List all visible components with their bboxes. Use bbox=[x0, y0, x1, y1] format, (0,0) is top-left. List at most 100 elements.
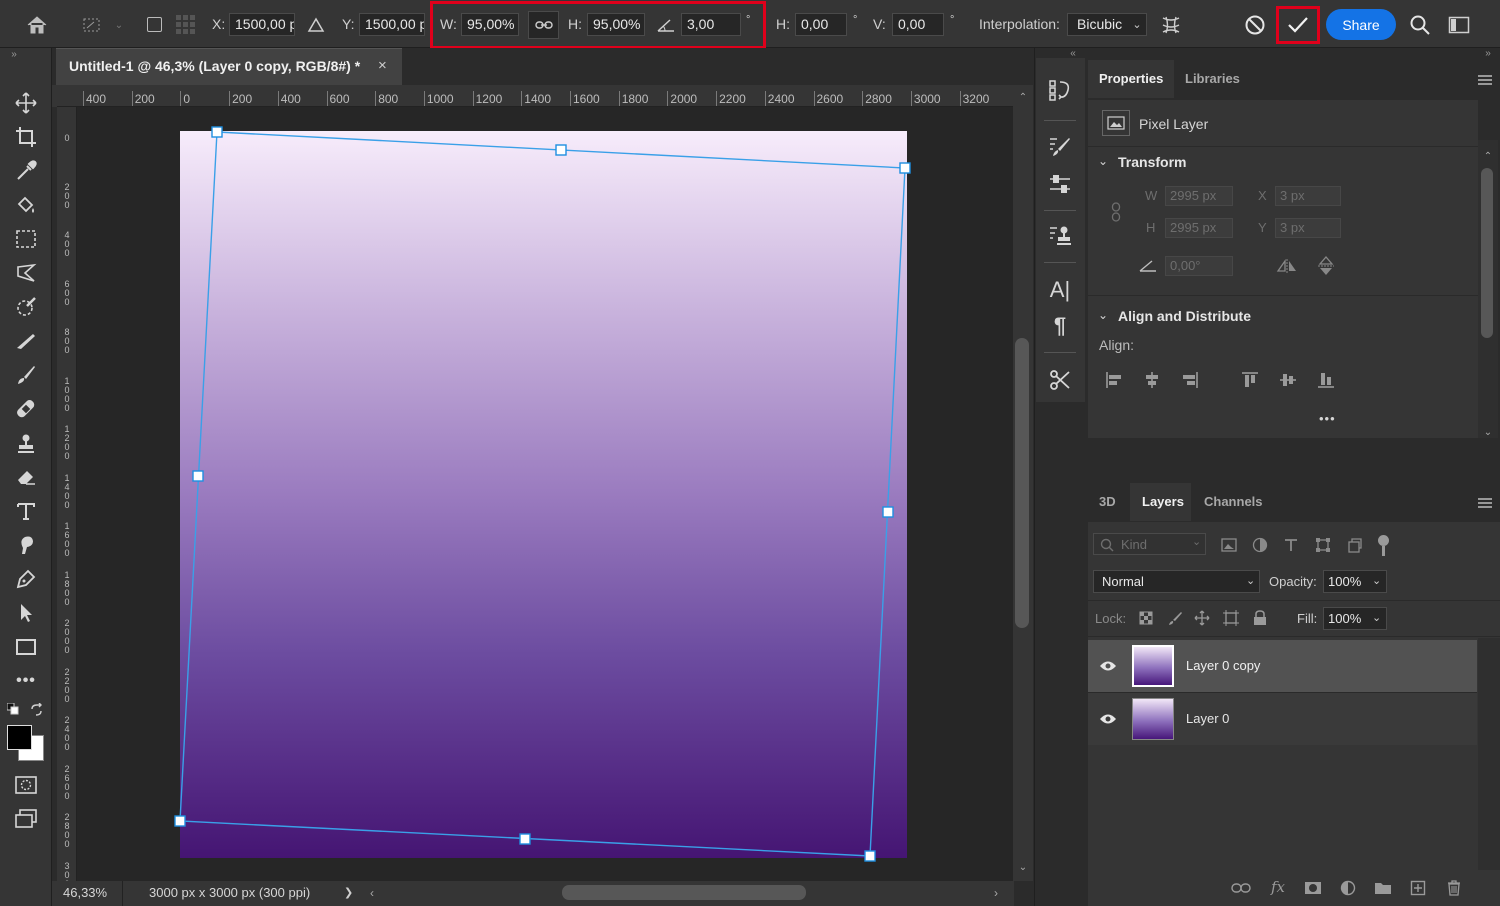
transform-reference-icon[interactable] bbox=[78, 12, 106, 38]
zoom-level[interactable]: 46,33% bbox=[63, 885, 107, 900]
screen-mode-icon[interactable] bbox=[10, 804, 42, 834]
transform-bounding-box[interactable] bbox=[77, 107, 1013, 881]
handle-middle-right[interactable] bbox=[882, 506, 894, 518]
vertical-ruler[interactable]: 0 200 400 600 800 1000 1200 1400 1600 1800 2000 220… bbox=[57, 107, 77, 881]
visibility-eye-icon[interactable] bbox=[1098, 657, 1118, 675]
clone-source-icon[interactable] bbox=[1046, 222, 1074, 250]
healing-brush-tool-icon[interactable] bbox=[10, 394, 42, 424]
vertical-scroll-thumb[interactable] bbox=[1015, 338, 1029, 628]
scroll-up-icon[interactable]: ⌃ bbox=[1482, 150, 1494, 162]
commit-transform-icon[interactable] bbox=[1276, 6, 1320, 44]
layer-name[interactable]: Layer 0 bbox=[1186, 711, 1229, 726]
chevron-down-icon[interactable]: ⌄ bbox=[1096, 308, 1110, 322]
scroll-right-icon[interactable]: › bbox=[990, 886, 1002, 900]
eraser-tool-icon[interactable] bbox=[10, 462, 42, 492]
brush-settings-icon[interactable] bbox=[1046, 132, 1074, 160]
panel-menu-icon[interactable] bbox=[1476, 495, 1494, 511]
panel-menu-icon[interactable] bbox=[1476, 72, 1494, 88]
default-colors-icon[interactable] bbox=[7, 703, 19, 715]
cancel-transform-icon[interactable] bbox=[1241, 11, 1269, 39]
filter-smart-object-icon[interactable] bbox=[1344, 534, 1366, 556]
character-panel-icon[interactable]: A| bbox=[1046, 276, 1074, 304]
align-left-icon[interactable] bbox=[1102, 368, 1126, 392]
blend-mode-select[interactable]: Normal ⌄ bbox=[1093, 570, 1260, 593]
document-tab[interactable]: Untitled-1 @ 46,3% (Layer 0 copy, RGB/8#… bbox=[56, 48, 402, 85]
lasso-tool-icon[interactable] bbox=[10, 258, 42, 288]
share-button[interactable]: Share bbox=[1326, 9, 1396, 40]
y-position-field[interactable]: 1500,00 p bbox=[359, 13, 425, 36]
scroll-down-icon[interactable]: ⌄ bbox=[1482, 426, 1494, 438]
tab-layers[interactable]: Layers bbox=[1130, 483, 1191, 521]
search-icon[interactable] bbox=[1406, 11, 1434, 39]
flip-vertical-icon[interactable] bbox=[1314, 254, 1338, 278]
marquee-tool-icon[interactable] bbox=[10, 224, 42, 254]
home-icon[interactable] bbox=[22, 12, 52, 38]
horizontal-scrollbar[interactable]: ‹ › bbox=[362, 881, 1014, 906]
path-selection-tool-icon[interactable] bbox=[10, 598, 42, 628]
props-width-field[interactable]: 2995 px bbox=[1165, 186, 1233, 206]
align-vertical-center-icon[interactable] bbox=[1276, 368, 1300, 392]
properties-scrollbar[interactable]: ⌃ ⌄ bbox=[1478, 140, 1498, 438]
tab-channels[interactable]: Channels bbox=[1204, 483, 1274, 521]
foreground-color-swatch[interactable] bbox=[7, 725, 32, 750]
x-position-field[interactable]: 1500,00 p bbox=[229, 13, 295, 36]
adjustments-icon[interactable] bbox=[1046, 170, 1074, 198]
lock-transparent-icon[interactable] bbox=[1136, 608, 1156, 628]
align-top-icon[interactable] bbox=[1238, 368, 1262, 392]
handle-top-left[interactable] bbox=[211, 126, 223, 138]
filter-shape-icon[interactable] bbox=[1312, 534, 1334, 556]
handle-top-middle[interactable] bbox=[555, 144, 567, 156]
pen-tool-icon[interactable] bbox=[10, 564, 42, 594]
props-height-field[interactable]: 2995 px bbox=[1165, 218, 1233, 238]
props-y-field[interactable]: 3 px bbox=[1275, 218, 1341, 238]
chevron-down-icon[interactable]: ⌄ bbox=[1096, 154, 1110, 168]
handle-middle-left[interactable] bbox=[192, 470, 204, 482]
canvas-area[interactable] bbox=[77, 107, 1013, 881]
more-options-icon[interactable]: ••• bbox=[1319, 411, 1336, 426]
type-tool-icon[interactable] bbox=[10, 496, 42, 526]
align-section-title[interactable]: Align and Distribute bbox=[1118, 308, 1251, 324]
crop-tool-icon[interactable] bbox=[10, 122, 42, 152]
more-tools-icon[interactable]: ••• bbox=[10, 666, 42, 696]
reference-point-checkbox[interactable] bbox=[147, 17, 162, 32]
filter-toggle-icon[interactable] bbox=[1378, 535, 1389, 546]
align-bottom-icon[interactable] bbox=[1314, 368, 1338, 392]
delete-layer-icon[interactable] bbox=[1442, 878, 1466, 898]
align-horizontal-center-icon[interactable] bbox=[1140, 368, 1164, 392]
layer-row[interactable]: Layer 0 bbox=[1088, 693, 1477, 745]
expand-panel-icon[interactable]: « bbox=[1063, 48, 1083, 59]
new-adjustment-layer-icon[interactable] bbox=[1336, 878, 1360, 898]
smudge-tool-icon[interactable] bbox=[10, 530, 42, 560]
history-panel-icon[interactable] bbox=[1046, 76, 1074, 104]
layers-scrollbar[interactable] bbox=[1478, 638, 1500, 906]
collapse-dock-icon[interactable]: » bbox=[1478, 48, 1498, 59]
lock-pixels-icon[interactable] bbox=[1165, 608, 1185, 628]
close-document-icon[interactable]: × bbox=[378, 57, 387, 74]
fill-field[interactable]: 100% ⌄ bbox=[1323, 607, 1387, 630]
paragraph-panel-icon[interactable]: ¶ bbox=[1046, 312, 1074, 340]
brush-tool-icon[interactable] bbox=[10, 360, 42, 390]
transform-section-title[interactable]: Transform bbox=[1118, 154, 1186, 170]
flip-horizontal-icon[interactable] bbox=[1275, 256, 1299, 276]
warp-mode-icon[interactable] bbox=[1157, 11, 1185, 39]
horizontal-scroll-thumb[interactable] bbox=[562, 885, 806, 900]
handle-top-right[interactable] bbox=[899, 162, 911, 174]
layer-row[interactable]: Layer 0 copy bbox=[1088, 640, 1477, 692]
vertical-scrollbar[interactable]: ⌃ ⌄ bbox=[1013, 85, 1033, 881]
properties-scroll-thumb[interactable] bbox=[1481, 168, 1493, 338]
paint-bucket-tool-icon[interactable] bbox=[10, 190, 42, 220]
clone-stamp-tool-icon[interactable] bbox=[10, 428, 42, 458]
status-menu-icon[interactable]: ❯ bbox=[344, 886, 353, 899]
lock-position-icon[interactable] bbox=[1192, 608, 1212, 628]
link-layers-icon[interactable] bbox=[1229, 878, 1253, 898]
filter-adjustment-icon[interactable] bbox=[1249, 534, 1271, 556]
rectangle-tool-icon[interactable] bbox=[10, 632, 42, 662]
opacity-field[interactable]: 100% ⌄ bbox=[1323, 570, 1387, 593]
align-right-icon[interactable] bbox=[1178, 368, 1202, 392]
lock-all-icon[interactable] bbox=[1250, 608, 1270, 628]
filter-type-icon[interactable] bbox=[1280, 534, 1302, 556]
tool-presets-icon[interactable] bbox=[1046, 366, 1074, 394]
scroll-left-icon[interactable]: ‹ bbox=[366, 886, 378, 900]
props-angle-field[interactable]: 0,00° bbox=[1165, 256, 1233, 276]
lock-artboard-icon[interactable] bbox=[1221, 608, 1241, 628]
